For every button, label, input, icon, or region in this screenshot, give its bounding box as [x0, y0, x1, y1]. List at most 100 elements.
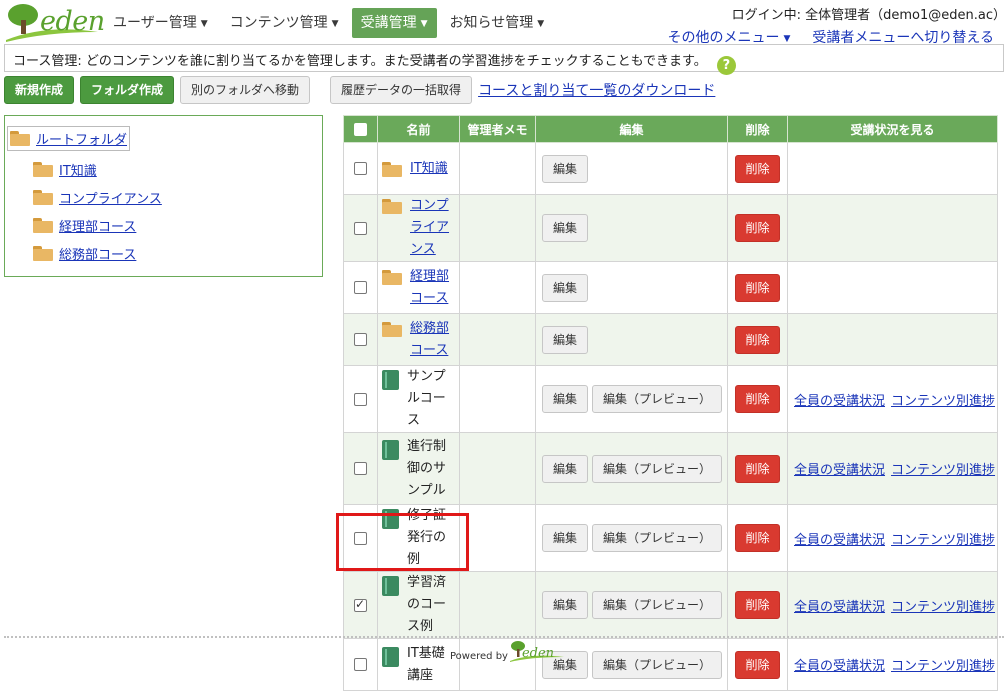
caret-down-icon: ▼	[420, 19, 428, 29]
table-header-row: 名前 管理者メモ 編集 削除 受講状況を見る	[343, 115, 998, 143]
delete-button[interactable]: 削除	[735, 385, 780, 413]
edit-preview-button[interactable]: 編集（プレビュー）	[592, 385, 723, 413]
row-checkbox[interactable]	[354, 333, 367, 346]
edit-button[interactable]: 編集	[542, 385, 589, 413]
delete-button[interactable]: 削除	[735, 650, 780, 679]
edit-button[interactable]: 編集	[542, 214, 589, 242]
all-progress-link[interactable]: 全員の受講状況	[794, 600, 885, 615]
folder-icon	[382, 199, 402, 214]
tree-item-label[interactable]: コンプライアンス	[59, 188, 162, 207]
tree-root[interactable]: ルートフォルダ	[7, 126, 131, 151]
edit-preview-button[interactable]: 編集（プレビュー）	[592, 454, 723, 483]
col-name: 名前	[377, 115, 460, 143]
table-row: サンプルコース 編集 編集（プレビュー） 削除 全員の受講状況 コンテンツ別進捗	[343, 365, 998, 433]
name-wrapper: サンプルコース	[382, 366, 455, 432]
login-status: ログイン中: 全体管理者（demo1@eden.ac）	[731, 8, 1006, 23]
delete-button[interactable]: 削除	[735, 454, 780, 483]
download-assignments-link[interactable]: コースと割り当て一覧のダウンロード	[478, 80, 715, 100]
name-cell: 学習済のコース例	[377, 571, 460, 639]
powered-by-text: Powered by	[450, 651, 508, 662]
status-cell	[787, 194, 998, 262]
row-name-link[interactable]: 総務部コース	[410, 321, 449, 358]
row-name-link[interactable]: 経理部コース	[410, 269, 449, 306]
row-name-link[interactable]: IT知識	[410, 161, 448, 176]
edit-cell: 編集 編集（プレビュー）	[535, 638, 728, 691]
col-delete: 削除	[727, 115, 788, 143]
tree-item-label[interactable]: 総務部コース	[59, 244, 136, 263]
row-checkbox[interactable]	[354, 392, 367, 406]
name-text: 経理部コース	[410, 266, 455, 310]
tree-item-label[interactable]: IT知識	[59, 160, 97, 179]
name-wrapper: IT知識	[382, 158, 455, 180]
delete-button[interactable]: 削除	[735, 591, 780, 619]
name-text: 進行制御のサンプル	[407, 436, 455, 502]
all-progress-link[interactable]: 全員の受講状況	[794, 533, 885, 548]
select-all-checkbox[interactable]	[354, 123, 367, 136]
content-progress-link[interactable]: コンテンツ別進捗	[891, 659, 995, 674]
all-progress-link[interactable]: 全員の受講状況	[794, 463, 885, 478]
tree-item-compliance[interactable]: コンプライアンス	[33, 188, 162, 207]
book-icon	[382, 439, 399, 460]
row-checkbox[interactable]	[354, 162, 367, 175]
edit-button[interactable]: 編集	[542, 154, 589, 183]
content-progress-link[interactable]: コンテンツ別進捗	[891, 463, 995, 478]
nav-user-management[interactable]: ユーザー管理 ▼	[104, 8, 217, 38]
memo-cell	[459, 313, 536, 366]
status-cell	[787, 142, 998, 195]
table-row: 進行制御のサンプル 編集 編集（プレビュー） 削除 全員の受講状況 コンテンツ別進捗	[343, 432, 998, 505]
edit-button[interactable]: 編集	[542, 325, 589, 354]
content-progress-link[interactable]: コンテンツ別進捗	[891, 533, 995, 548]
toolbar: 新規作成 フォルダ作成 別のフォルダへ移動 履歴データの一括取得 コースと割り当…	[4, 76, 715, 104]
edit-preview-button[interactable]: 編集（プレビュー）	[592, 591, 723, 619]
content-progress-link[interactable]: コンテンツ別進捗	[891, 600, 995, 615]
table-row: コンプライアンス 編集 削除	[343, 194, 998, 262]
caret-down-icon: ▼	[200, 19, 208, 29]
edit-preview-button[interactable]: 編集（プレビュー）	[592, 650, 723, 679]
folder-open-icon	[10, 131, 30, 146]
name-text: サンプルコース	[407, 366, 455, 432]
tree-root-label[interactable]: ルートフォルダ	[36, 129, 127, 148]
folder-icon	[33, 246, 53, 261]
all-progress-link[interactable]: 全員の受講状況	[794, 394, 885, 409]
footer-logo-text: eden	[521, 646, 555, 661]
edit-button[interactable]: 編集	[542, 524, 589, 552]
bulk-history-button[interactable]: 履歴データの一括取得	[330, 76, 473, 104]
tree-item-label[interactable]: 経理部コース	[59, 216, 136, 235]
delete-cell: 削除	[727, 194, 788, 262]
edit-cell: 編集	[535, 194, 728, 262]
edit-preview-button[interactable]: 編集（プレビュー）	[592, 524, 723, 552]
delete-button[interactable]: 削除	[735, 524, 780, 552]
row-checkbox[interactable]	[354, 658, 367, 671]
delete-cell: 削除	[727, 432, 788, 505]
row-select-cell	[343, 571, 378, 639]
row-checkbox[interactable]	[354, 281, 367, 294]
edit-button[interactable]: 編集	[542, 273, 589, 302]
tree-item-accounting[interactable]: 経理部コース	[33, 216, 136, 235]
table-row: 総務部コース 編集 削除	[343, 313, 998, 366]
move-folder-button[interactable]: 別のフォルダへ移動	[180, 76, 311, 104]
new-button[interactable]: 新規作成	[4, 76, 75, 104]
delete-button[interactable]: 削除	[735, 154, 780, 183]
content-progress-link[interactable]: コンテンツ別進捗	[891, 394, 995, 409]
delete-button[interactable]: 削除	[735, 214, 780, 242]
nav-content-management[interactable]: コンテンツ管理 ▼	[221, 8, 348, 38]
all-progress-link[interactable]: 全員の受講状況	[794, 659, 885, 674]
delete-button[interactable]: 削除	[735, 273, 780, 302]
edit-button[interactable]: 編集	[542, 591, 589, 619]
name-wrapper: 進行制御のサンプル	[382, 436, 455, 502]
row-checkbox[interactable]	[354, 597, 367, 612]
nav-label: コンテンツ管理	[229, 15, 328, 31]
help-icon[interactable]: ?	[716, 56, 736, 75]
delete-button[interactable]: 削除	[735, 325, 780, 354]
tree-item-it[interactable]: IT知識	[33, 160, 97, 179]
row-checkbox[interactable]	[354, 462, 367, 475]
tree-item-general-affairs[interactable]: 総務部コース	[33, 244, 136, 263]
row-checkbox[interactable]	[354, 221, 367, 235]
edit-button[interactable]: 編集	[542, 454, 589, 483]
nav-course-management[interactable]: 受講管理 ▼	[351, 8, 437, 38]
new-folder-button[interactable]: フォルダ作成	[80, 76, 175, 104]
row-name-link[interactable]: コンプライアンス	[410, 198, 449, 257]
nav-notice-management[interactable]: お知らせ管理 ▼	[441, 8, 554, 38]
eden-logo[interactable]: eden	[6, 2, 105, 42]
row-name: IT基礎講座	[407, 645, 445, 683]
